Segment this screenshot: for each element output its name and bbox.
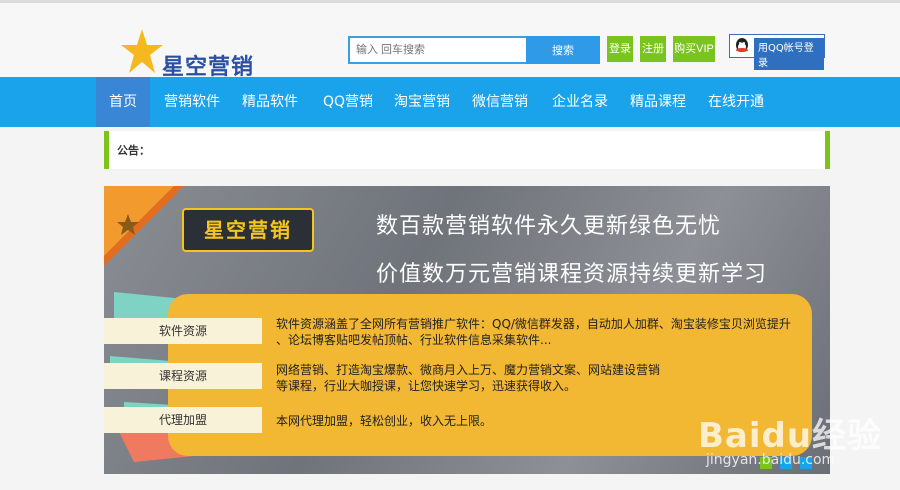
nav-item-online-activation[interactable]: 在线开通 [704,77,768,127]
notice-bar: 公告： [104,131,830,169]
site-header: 星空营销 搜索 登录 注册 购买VIP 用QQ帐号登录 [0,3,900,80]
star-logo-icon [121,29,163,73]
main-nav: 首页 营销软件 精品软件 QQ营销 淘宝营销 微信营销 企业名录 精品课程 在线… [0,77,900,127]
tab-software-resources[interactable]: 软件资源 [104,318,262,344]
banner-brand-box: 星空营销 [182,208,314,252]
software-resources-line-1: 软件资源涵盖了全网所有营销推广软件：QQ/微信群发器，自动加人加群、淘宝装修宝贝… [276,317,791,331]
qq-login-button[interactable]: 用QQ帐号登录 [729,34,825,70]
notice-label: 公告： [117,144,150,157]
nav-item-wechat-marketing[interactable]: 微信营销 [468,77,532,127]
baidu-watermark: Baidu经验 jingyan.baidu.com [688,388,888,478]
site-logo[interactable]: 星空营销 [120,27,260,80]
nav-item-premium-software[interactable]: 精品软件 [238,77,302,127]
nav-item-company-directory[interactable]: 企业名录 [548,77,612,127]
banner-headline-2: 价值数万元营销课程资源持续更新学习 [376,262,768,287]
nav-item-qq-marketing[interactable]: QQ营销 [316,77,380,127]
register-button[interactable]: 注册 [640,36,666,62]
course-resources-line-1: 网络营销、打造淘宝爆款、微商月入上万、魔力营销文案、网站建设营销 [276,363,661,377]
banner-brand: 星空营销 [204,218,292,242]
notice-accent [825,131,830,169]
nav-item-home[interactable]: 首页 [96,77,150,127]
nav-item-marketing-software[interactable]: 营销软件 [160,77,224,127]
watermark-url: jingyan.baidu.com [706,452,836,468]
banner-headline-1: 数百款营销软件永久更新绿色无忧 [376,214,722,239]
nav-item-taobao-marketing[interactable]: 淘宝营销 [390,77,454,127]
watermark-text: Baidu经验 [698,416,883,456]
software-resources-line-2: 、论坛博客贴吧发帖顶帖、行业软件信息采集软件... [276,333,552,347]
search-button[interactable]: 搜索 [526,36,600,64]
tab-agent-franchise[interactable]: 代理加盟 [104,407,262,433]
buy-vip-button[interactable]: 购买VIP [673,36,715,62]
qq-penguin-icon [736,38,748,52]
nav-item-premium-courses[interactable]: 精品课程 [626,77,690,127]
banner-corner-ribbon [104,186,184,266]
login-button[interactable]: 登录 [607,36,633,62]
software-resources-text: 软件资源涵盖了全网所有营销推广软件：QQ/微信群发器，自动加人加群、淘宝装修宝贝… [276,316,806,348]
tab-course-resources[interactable]: 课程资源 [104,363,262,389]
search-input[interactable] [348,36,530,64]
qq-login-label: 用QQ帐号登录 [754,38,824,70]
